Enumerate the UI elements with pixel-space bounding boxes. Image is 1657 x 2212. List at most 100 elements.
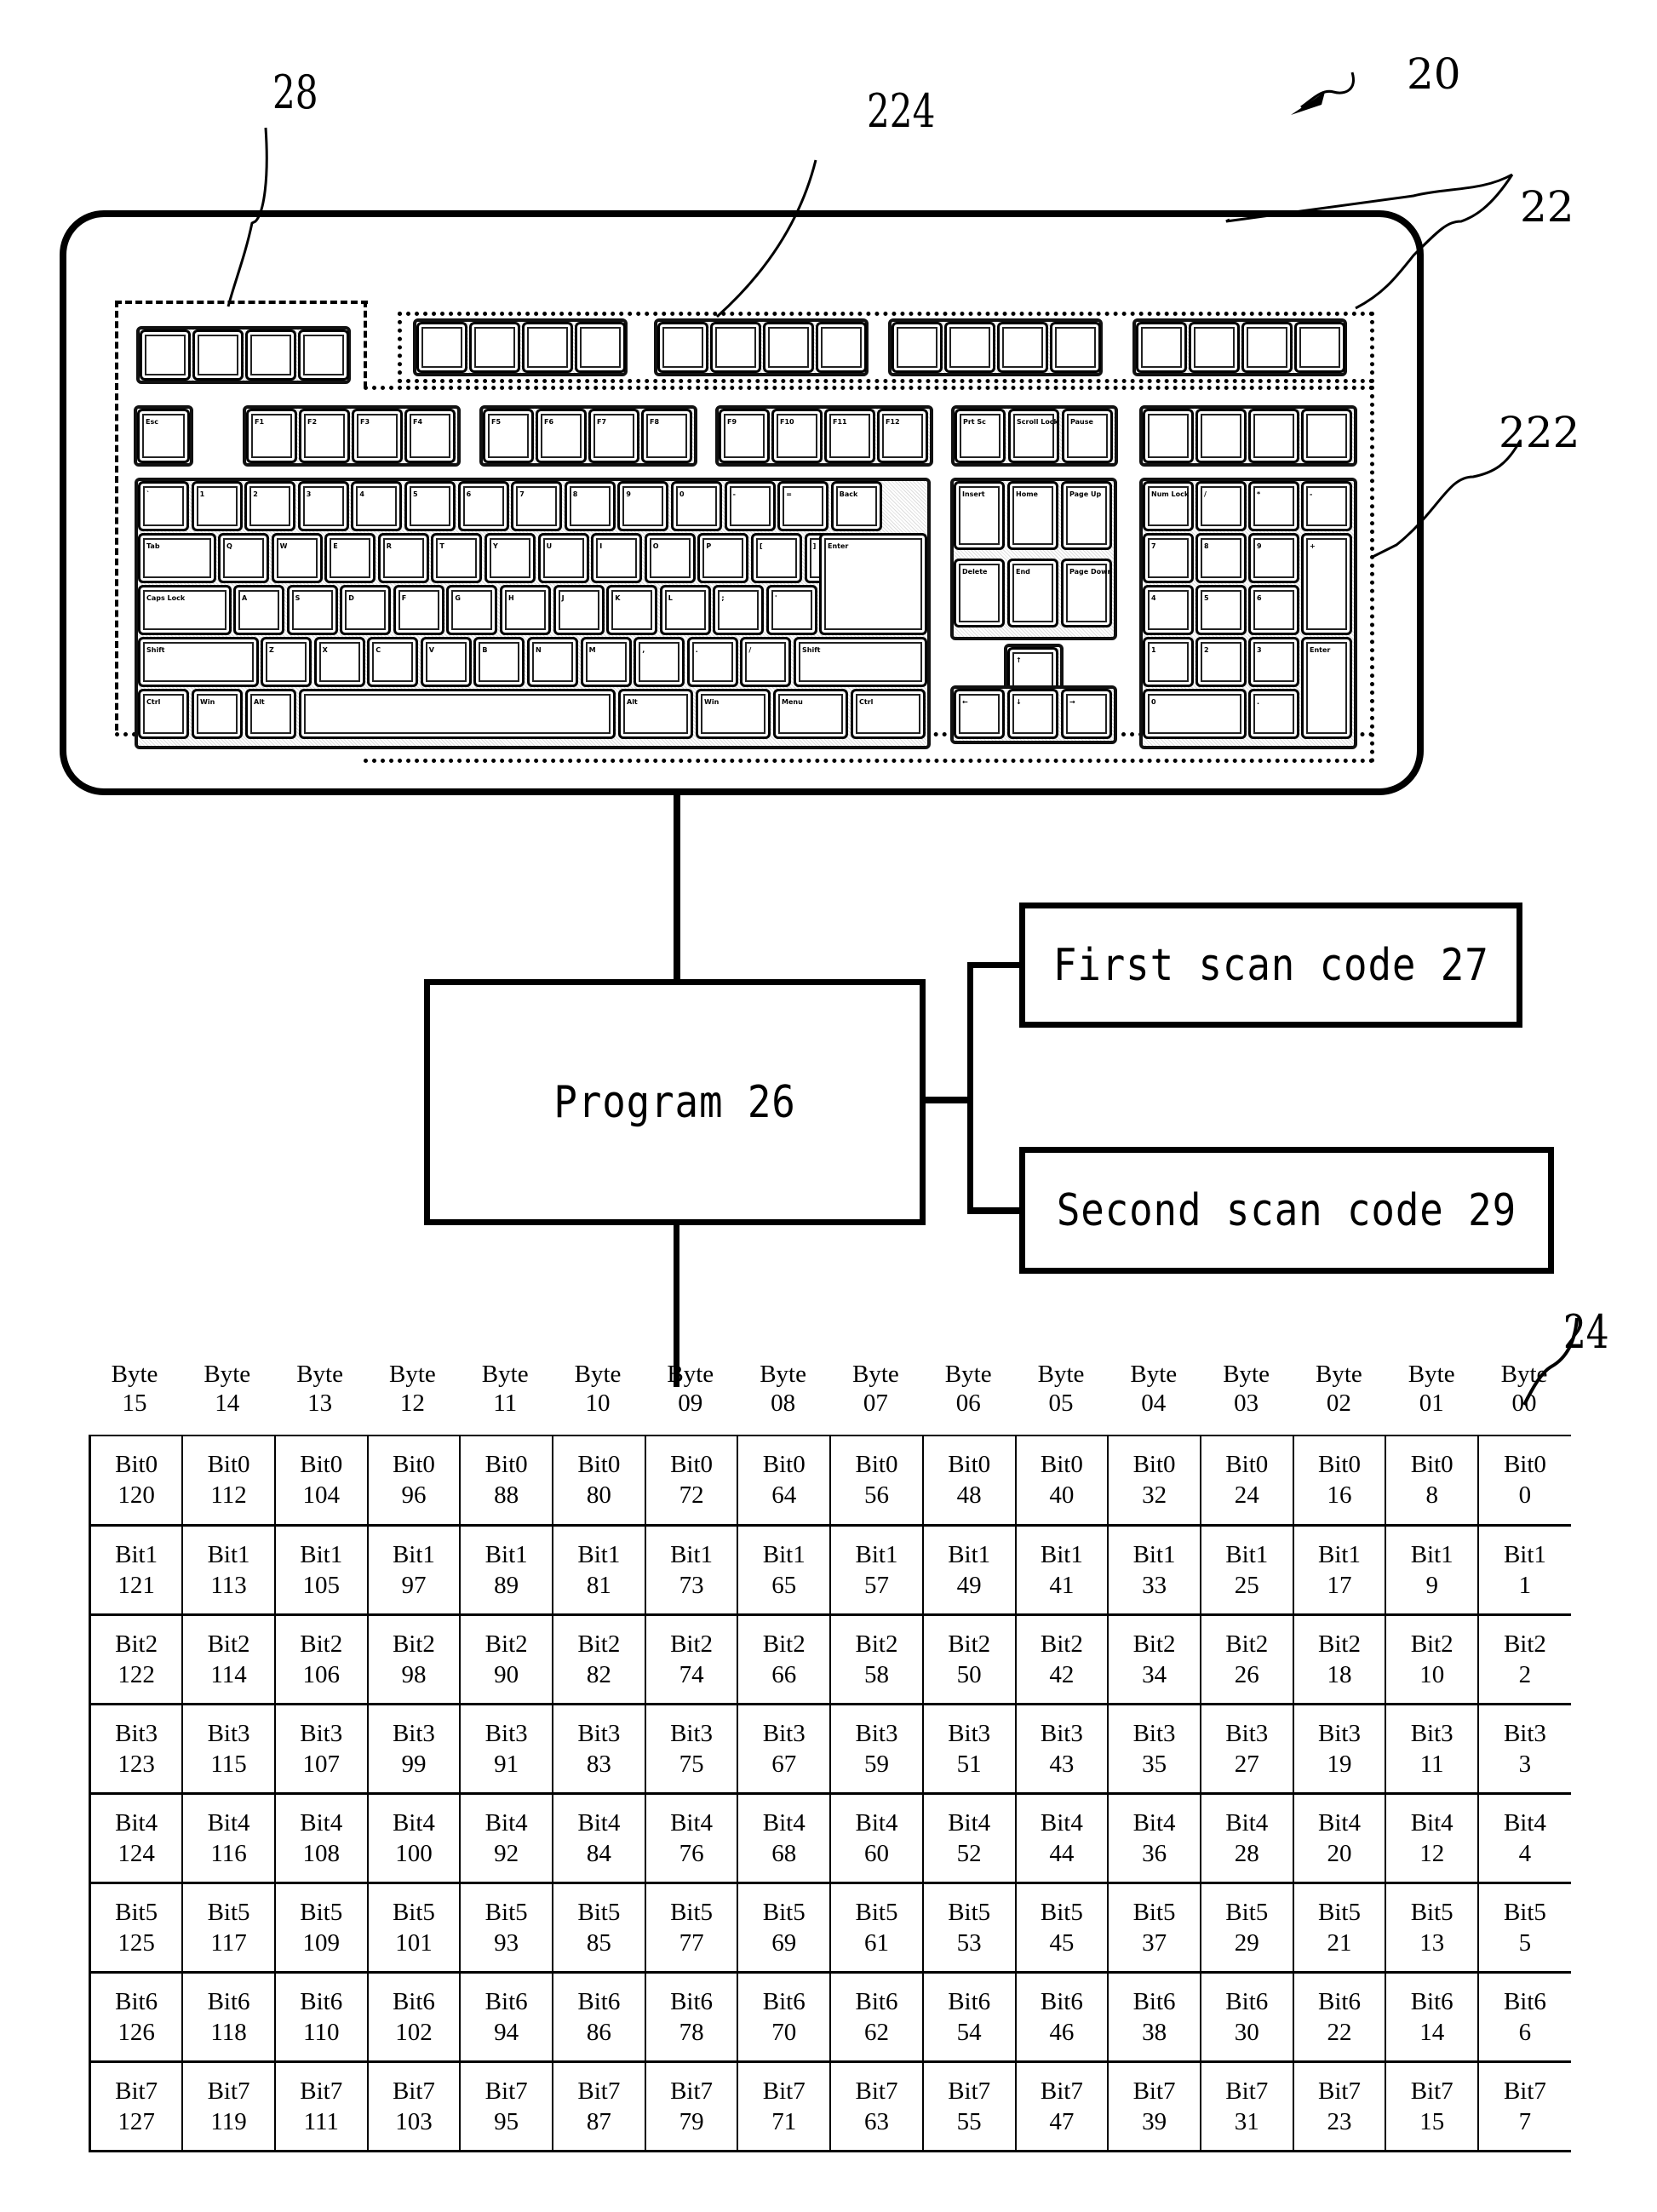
bit-cell: Bit1 25 (1199, 1524, 1294, 1615)
bit-index: 48 (956, 1481, 982, 1510)
bit-index: 102 (395, 2018, 433, 2046)
bit-index: 17 (1327, 1571, 1352, 1599)
byte-header-word: Byte (1408, 1361, 1455, 1388)
bit-index: 46 (1049, 2018, 1075, 2046)
bit-label: Bit2 (1132, 1630, 1176, 1658)
bit-label: Bit6 (1225, 1987, 1269, 2015)
byte-header-word: Byte (852, 1361, 899, 1388)
bit-index: 62 (863, 2018, 889, 2046)
byte-header: Byte 12 (366, 1360, 458, 1418)
bit-label: Bit4 (1225, 1808, 1269, 1837)
byte-header: Byte 02 (1293, 1360, 1385, 1418)
bit-label: Bit0 (855, 1451, 898, 1479)
bit-index: 23 (1327, 2107, 1352, 2135)
bit-index: 54 (956, 2018, 982, 2046)
bit-label: Bit1 (1503, 1540, 1546, 1568)
bit-label: Bit0 (300, 1451, 343, 1479)
bit-index: 114 (210, 1660, 247, 1688)
bit-label: Bit3 (1040, 1719, 1083, 1747)
bit-label: Bit2 (1318, 1630, 1361, 1658)
bit-index: 78 (679, 2018, 704, 2046)
bit-index: 94 (494, 2018, 519, 2046)
bit-label: Bit7 (577, 2077, 621, 2105)
bit-cell: Bit3 59 (829, 1703, 924, 1794)
bit-cell: Bit7 7 (1477, 2060, 1571, 2152)
bit-index: 74 (679, 1660, 704, 1688)
bit-index: 126 (118, 2018, 155, 2046)
bit-cell: Bit3 19 (1292, 1703, 1387, 1794)
bit-label: Bit2 (115, 1630, 158, 1658)
bit-index: 2 (1518, 1660, 1532, 1688)
bit-index: 79 (679, 2107, 704, 2135)
byte-header-number: 06 (955, 1390, 981, 1417)
bit-label: Bit3 (1503, 1719, 1546, 1747)
bit-index: 95 (494, 2107, 519, 2135)
bit-cell: Bit4 84 (552, 1792, 646, 1883)
bit-index: 43 (1049, 1750, 1075, 1778)
bit-cell: Bit6 38 (1107, 1971, 1201, 2062)
bit-cell: Bit5 21 (1292, 1882, 1387, 1973)
bit-index: 110 (303, 2018, 340, 2046)
bit-label: Bit6 (1503, 1987, 1546, 2015)
bit-cell: Bit6 14 (1385, 1971, 1480, 2062)
bit-cell: Bit1 9 (1385, 1524, 1480, 1615)
bit-label: Bit1 (948, 1540, 991, 1568)
bit-index: 13 (1419, 1928, 1445, 1957)
bit-index: 24 (1234, 1481, 1259, 1510)
bit-label: Bit1 (115, 1540, 158, 1568)
bit-label: Bit4 (1503, 1808, 1546, 1837)
bit-cell: Bit6 70 (737, 1971, 832, 2062)
bit-label: Bit5 (1132, 1898, 1176, 1926)
table-row: Bit3 123 Bit3 115 Bit3 107 Bit3 99 Bit3 91 Bit3 83 B… (89, 1703, 1571, 1794)
byte-header-word: Byte (574, 1361, 622, 1388)
bit-label: Bit0 (670, 1451, 714, 1479)
byte-header-number: 12 (399, 1390, 425, 1417)
leader-line-224 (715, 159, 817, 318)
bit-index: 20 (1327, 1839, 1352, 1867)
bit-label: Bit1 (1132, 1540, 1176, 1568)
bit-label: Bit4 (762, 1808, 806, 1837)
second-scan-code-box: Second scan code 29 (1019, 1147, 1554, 1274)
bit-cell: Bit0 56 (829, 1435, 924, 1526)
bit-label: Bit3 (1410, 1719, 1453, 1747)
byte-header: Byte 07 (829, 1360, 921, 1418)
bit-label: Bit2 (948, 1630, 991, 1658)
bit-cell: Bit3 75 (644, 1703, 739, 1794)
bit-label: Bit2 (1503, 1630, 1546, 1658)
bit-label: Bit2 (484, 1630, 528, 1658)
bit-cell: Bit3 107 (273, 1703, 369, 1794)
bit-index: 40 (1049, 1481, 1075, 1510)
bit-cell: Bit1 73 (644, 1524, 739, 1615)
bit-label: Bit1 (1040, 1540, 1083, 1568)
bit-cell: Bit2 74 (644, 1613, 739, 1705)
bit-label: Bit5 (1410, 1898, 1453, 1926)
bit-index: 72 (679, 1481, 704, 1510)
bit-label: Bit2 (300, 1630, 343, 1658)
byte-header: Byte 03 (1201, 1360, 1293, 1418)
bit-index: 36 (1142, 1839, 1167, 1867)
bit-index: 11 (1419, 1750, 1444, 1778)
byte-header-number: 08 (771, 1390, 796, 1417)
byte-header: Byte 04 (1108, 1360, 1200, 1418)
byte-header-number: 04 (1141, 1390, 1167, 1417)
bit-cell: Bit4 4 (1477, 1792, 1571, 1883)
bit-index: 112 (210, 1481, 247, 1510)
bit-index: 15 (1419, 2107, 1445, 2135)
byte-header-word: Byte (111, 1361, 158, 1388)
byte-header: Byte 11 (459, 1360, 551, 1418)
bit-index: 33 (1142, 1571, 1167, 1599)
bit-label: Bit3 (855, 1719, 898, 1747)
bit-cell: Bit2 122 (89, 1613, 184, 1705)
bit-label: Bit2 (392, 1630, 435, 1658)
byte-header: Byte 08 (737, 1360, 829, 1418)
byte-header-number: 11 (493, 1390, 518, 1417)
bit-cell: Bit2 50 (921, 1613, 1017, 1705)
bit-label: Bit2 (1410, 1630, 1453, 1658)
bit-label: Bit7 (1132, 2077, 1176, 2105)
bit-cell: Bit6 78 (644, 1971, 739, 2062)
bit-cell: Bit7 55 (921, 2060, 1017, 2152)
bit-index: 89 (494, 1571, 519, 1599)
bit-index: 84 (586, 1839, 611, 1867)
bit-label: Bit0 (1225, 1451, 1269, 1479)
bit-label: Bit4 (1318, 1808, 1361, 1837)
